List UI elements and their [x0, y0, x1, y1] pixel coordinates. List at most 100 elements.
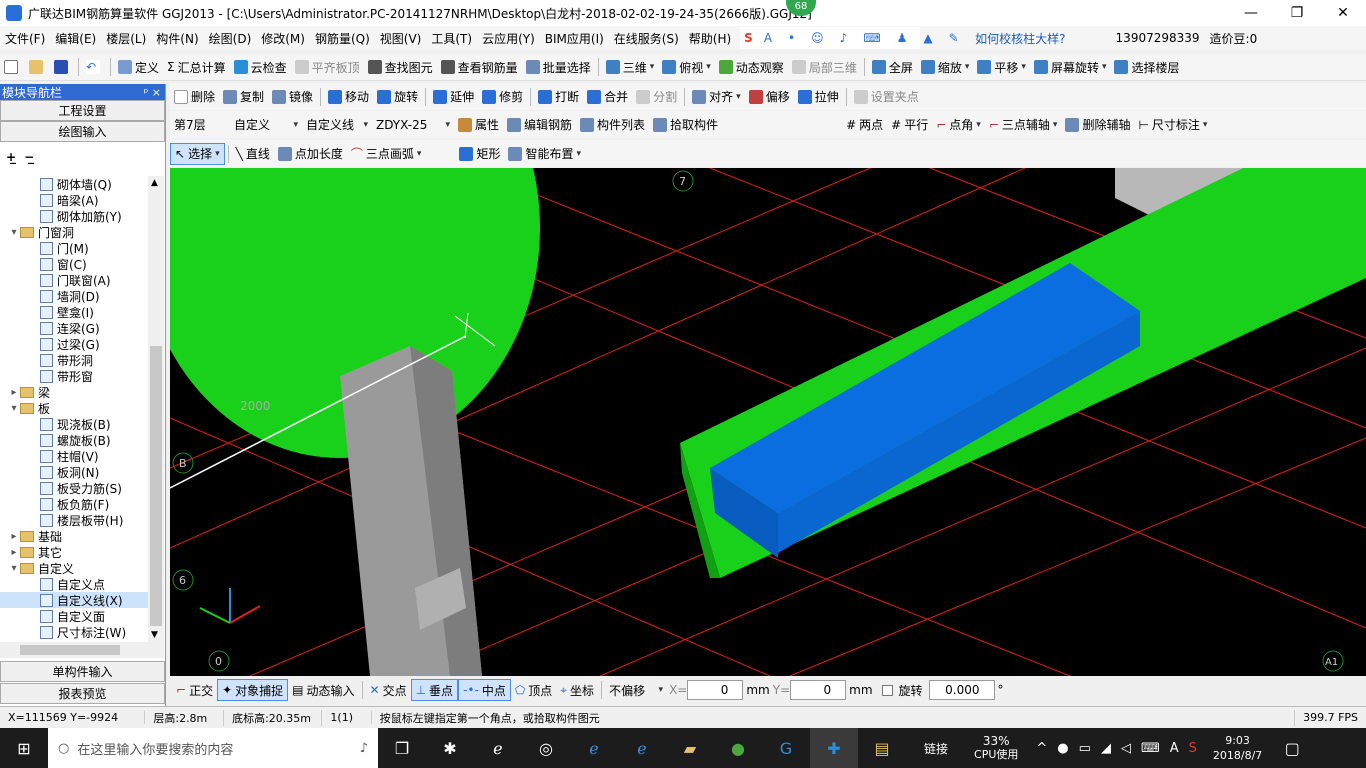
- tree-item[interactable]: 楼层板带(H): [0, 512, 148, 528]
- new-file-icon[interactable]: [0, 56, 25, 78]
- vertex-snap[interactable]: ⬠ 顶点: [511, 679, 556, 701]
- code-select[interactable]: ZDYX-25 ▾: [372, 114, 454, 136]
- line-type-select[interactable]: 自定义线 ▾: [302, 114, 372, 136]
- tree-item[interactable]: 砌体加筋(Y): [0, 208, 148, 224]
- flush-slab-top-button[interactable]: 平齐板顶: [291, 56, 364, 78]
- open-file-icon[interactable]: [25, 56, 50, 78]
- point-length-button[interactable]: 点加长度: [274, 143, 347, 165]
- menu-tools[interactable]: 工具(T): [426, 30, 477, 47]
- chevron-up-icon[interactable]: ^: [1036, 741, 1047, 756]
- line-button[interactable]: ╲ 直线: [232, 143, 274, 165]
- menu-rebar[interactable]: 钢筋量(Q): [310, 30, 375, 47]
- keyboard-icon[interactable]: ⌨: [1141, 741, 1160, 756]
- expander-icon[interactable]: ▾: [8, 227, 20, 238]
- three-point-arc-button[interactable]: ⌒ 三点画弧 ▾: [347, 143, 426, 165]
- ime-mode-icon[interactable]: A: [1170, 741, 1179, 756]
- top-view-button[interactable]: 俯视 ▾: [658, 56, 715, 78]
- tree-item[interactable]: 螺旋板(B): [0, 432, 148, 448]
- point-angle-button[interactable]: ⌐ 点角 ▾: [932, 114, 985, 136]
- tree-item[interactable]: 自定义面: [0, 608, 148, 624]
- midpoint-snap[interactable]: -•- 中点: [458, 679, 511, 701]
- tree-item[interactable]: 过梁(G): [0, 336, 148, 352]
- restore-button[interactable]: ❐: [1274, 0, 1320, 26]
- menu-online[interactable]: 在线服务(S): [609, 30, 684, 47]
- summary-calc-button[interactable]: Σ 汇总计算: [163, 56, 230, 78]
- minimize-button[interactable]: —: [1228, 0, 1274, 26]
- project-settings-button[interactable]: 工程设置: [0, 100, 165, 121]
- batch-select-button[interactable]: 批量选择: [522, 56, 595, 78]
- intersection-snap[interactable]: ✕ 交点: [366, 679, 411, 701]
- type-select[interactable]: 自定义 ▾: [230, 114, 302, 136]
- link-toolbar[interactable]: 链接: [924, 740, 948, 757]
- tree-item[interactable]: 窗(C): [0, 256, 148, 272]
- floor-select[interactable]: 第7层: [170, 114, 230, 136]
- expander-icon[interactable]: ▸: [8, 547, 20, 558]
- notes-app-icon[interactable]: ▤: [858, 728, 906, 768]
- menu-file[interactable]: 文件(F): [0, 30, 50, 47]
- edit-rebar-button[interactable]: 编辑钢筋: [503, 114, 576, 136]
- expander-icon[interactable]: ▾: [8, 403, 20, 414]
- menu-help[interactable]: 帮助(H): [684, 30, 736, 47]
- select-floor-button[interactable]: 选择楼层: [1110, 56, 1183, 78]
- fullscreen-button[interactable]: 全屏: [868, 56, 917, 78]
- properties-button[interactable]: 属性: [454, 114, 503, 136]
- drawing-input-button[interactable]: 绘图输入: [0, 121, 165, 142]
- volume-icon[interactable]: ◁: [1121, 741, 1131, 756]
- tree-item[interactable]: 带形窗: [0, 368, 148, 384]
- collapse-all-icon[interactable]: −̲: [24, 150, 34, 164]
- sogou-icon[interactable]: S: [744, 31, 753, 45]
- tree-item[interactable]: 自定义点: [0, 576, 148, 592]
- rotate-button[interactable]: 旋转: [373, 86, 422, 108]
- two-point-axis-button[interactable]: # 两点: [842, 114, 887, 136]
- offset-button[interactable]: 偏移: [745, 86, 794, 108]
- save-icon[interactable]: [50, 56, 75, 78]
- menu-floor[interactable]: 楼层(L): [101, 30, 151, 47]
- tree-folder[interactable]: ▸ 梁: [0, 384, 148, 400]
- rectangle-button[interactable]: 矩形: [455, 143, 504, 165]
- ortho-toggle[interactable]: ⌐ 正交: [172, 679, 217, 701]
- 360-browser-icon[interactable]: ●: [714, 728, 762, 768]
- network-icon[interactable]: ◢: [1101, 741, 1111, 756]
- tree-item[interactable]: 墙洞(D): [0, 288, 148, 304]
- user-icon[interactable]: ♟: [892, 31, 913, 45]
- single-component-input-button[interactable]: 单构件输入: [0, 661, 165, 682]
- extend-button[interactable]: 延伸: [429, 86, 478, 108]
- object-snap-toggle[interactable]: ✦ 对象捕捉: [217, 679, 289, 701]
- notify-icon[interactable]: ●: [1057, 741, 1068, 756]
- move-button[interactable]: 移动: [324, 86, 373, 108]
- tree-folder[interactable]: ▾ 门窗洞: [0, 224, 148, 240]
- report-preview-button[interactable]: 报表预览: [0, 683, 165, 704]
- ime-dot-icon[interactable]: •: [783, 31, 800, 45]
- expand-all-icon[interactable]: +̲: [6, 150, 16, 164]
- tree-item[interactable]: 连梁(G): [0, 320, 148, 336]
- task-view-icon[interactable]: ❐: [378, 728, 426, 768]
- menu-bim[interactable]: BIM应用(I): [540, 30, 609, 47]
- three-point-axis-button[interactable]: ⌐ 三点辅轴 ▾: [985, 114, 1062, 136]
- tree-scrollbar[interactable]: ▲ ▼: [148, 176, 164, 642]
- glodon-g-icon[interactable]: G: [762, 728, 810, 768]
- tree-item[interactable]: 板负筋(F): [0, 496, 148, 512]
- ie-icon[interactable]: ℯ: [474, 728, 522, 768]
- tree-item[interactable]: 现浇板(B): [0, 416, 148, 432]
- clock[interactable]: 9:03 2018/8/7: [1213, 733, 1262, 763]
- tree-item[interactable]: 自定义线(X): [0, 592, 148, 608]
- view-rebar-button[interactable]: 查看钢筋量: [437, 56, 522, 78]
- menu-modify[interactable]: 修改(M): [256, 30, 310, 47]
- microphone-icon[interactable]: ♪: [360, 741, 368, 756]
- ie-blue-icon[interactable]: ℯ: [618, 728, 666, 768]
- dynamic-input-toggle[interactable]: ▤ 动态输入: [288, 679, 358, 701]
- tree-item[interactable]: 门(M): [0, 240, 148, 256]
- file-explorer-icon[interactable]: ▰: [666, 728, 714, 768]
- fan-app-icon[interactable]: ✱: [426, 728, 474, 768]
- pin-close-icons[interactable]: ᵖ ×: [144, 86, 161, 99]
- tree-item[interactable]: 柱帽(V): [0, 448, 148, 464]
- dimension-button[interactable]: ⊢ 尺寸标注 ▾: [1134, 114, 1211, 136]
- shirt-icon[interactable]: ▲: [918, 31, 937, 45]
- tree-item[interactable]: 尺寸标注(W): [0, 624, 148, 640]
- tree-item[interactable]: 门联窗(A): [0, 272, 148, 288]
- menu-component[interactable]: 构件(N): [151, 30, 203, 47]
- parallel-axis-button[interactable]: # 平行: [887, 114, 932, 136]
- merge-button[interactable]: 合并: [583, 86, 632, 108]
- edge-icon[interactable]: ℯ: [570, 728, 618, 768]
- screen-rotate-button[interactable]: 屏幕旋转 ▾: [1030, 56, 1111, 78]
